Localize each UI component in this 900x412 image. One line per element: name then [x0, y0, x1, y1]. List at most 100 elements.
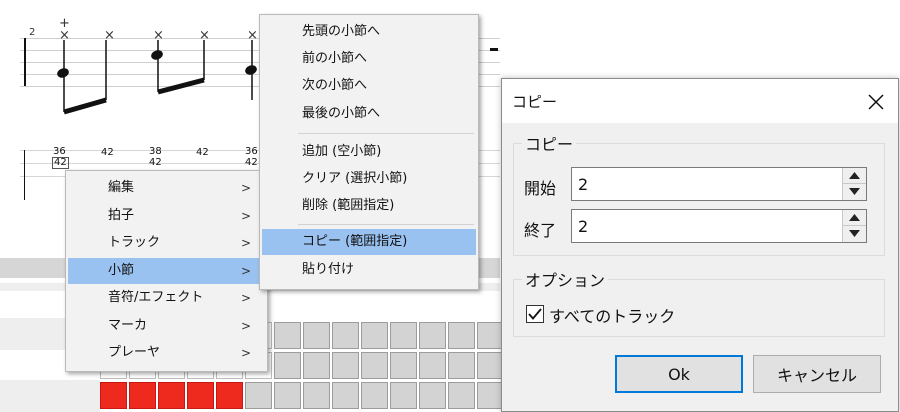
menu-item-label: 最後の小節へ [302, 106, 381, 121]
grid-cell[interactable] [158, 382, 185, 409]
menu-separator [298, 133, 474, 134]
menu-item-edit[interactable]: 編集 > [68, 175, 265, 201]
menu-item-label: 削除 (範囲指定) [302, 198, 395, 213]
all-tracks-label[interactable]: すべてのトラック [549, 303, 675, 327]
grid-cell[interactable] [245, 382, 272, 409]
menu-item-next-measure[interactable]: 次の小節へ [262, 73, 476, 99]
menu-separator [298, 224, 474, 225]
grid-cell[interactable] [361, 322, 388, 349]
menu-item-measure[interactable]: 小節 > [68, 258, 265, 284]
menu-item-delete-range[interactable]: 削除 (範囲指定) [262, 193, 476, 219]
menu-item-time-signature[interactable]: 拍子 > [68, 203, 265, 229]
x-notehead: × [247, 28, 258, 43]
close-icon [868, 94, 884, 110]
menu-item-add-empty-measure[interactable]: 追加 (空小節) [262, 139, 476, 165]
menu-item-label: 貼り付け [302, 262, 355, 277]
grid-cell[interactable] [448, 382, 475, 409]
grid-cell[interactable] [448, 322, 475, 349]
all-tracks-checkbox[interactable] [526, 305, 544, 323]
tab-number: 42 [101, 147, 114, 158]
grid-cell[interactable] [216, 382, 243, 409]
grid-cell[interactable] [419, 352, 446, 379]
tab-barline [24, 150, 25, 200]
menu-item-label: クリア (選択小節) [302, 171, 408, 186]
grid-cell[interactable] [477, 322, 504, 349]
triangle-up-icon [849, 214, 860, 221]
context-menu: 編集 > 拍子 > トラック > 小節 > 音符/エフェクト > マーカ > プレーヤ > [65, 170, 268, 372]
grid-cell[interactable] [129, 382, 156, 409]
grid-cell[interactable] [477, 382, 504, 409]
menu-item-prev-measure[interactable]: 前の小節へ [262, 46, 476, 72]
cancel-button[interactable]: キャンセル [753, 355, 881, 393]
track-row-label [0, 380, 100, 412]
grid-cell[interactable] [419, 322, 446, 349]
chevron-right-icon: > [240, 346, 251, 360]
grid-cell[interactable] [303, 322, 330, 349]
grid-cell[interactable] [100, 382, 127, 409]
grid-cell[interactable] [303, 352, 330, 379]
grid-cell[interactable] [274, 382, 301, 409]
menu-item-clear-measure[interactable]: クリア (選択小節) [262, 166, 476, 192]
menu-item-label: 音符/エフェクト [108, 290, 204, 305]
menu-item-label: 前の小節へ [302, 51, 368, 66]
menu-item-first-measure[interactable]: 先頭の小節へ [262, 19, 476, 45]
end-increment-button[interactable] [843, 210, 866, 226]
grid-cell[interactable] [187, 382, 214, 409]
start-decrement-button[interactable] [843, 184, 866, 200]
start-label: 開始 [524, 179, 557, 198]
menu-item-label: 先頭の小節へ [302, 24, 381, 39]
menu-item-copy-range[interactable]: コピー (範囲指定) [262, 229, 476, 255]
menu-item-last-measure[interactable]: 最後の小節へ [262, 101, 476, 127]
end-decrement-button[interactable] [843, 226, 866, 242]
end-label: 終了 [524, 221, 557, 240]
grid-cell[interactable] [303, 382, 330, 409]
x-notehead: × [153, 28, 164, 43]
chevron-right-icon: > [240, 181, 251, 195]
grid-cell[interactable] [390, 322, 417, 349]
menu-item-label: 次の小節へ [302, 78, 368, 93]
menu-item-paste[interactable]: 貼り付け [262, 257, 476, 283]
ok-button[interactable]: Ok [615, 355, 743, 393]
grid-cell[interactable] [361, 382, 388, 409]
grid-cell[interactable] [332, 322, 359, 349]
menu-item-player[interactable]: プレーヤ > [68, 340, 265, 366]
grid-cell[interactable] [390, 382, 417, 409]
grid-cell[interactable] [390, 352, 417, 379]
menu-item-marker[interactable]: マーカ > [68, 313, 265, 339]
chevron-right-icon: > [240, 236, 251, 250]
dialog-titlebar[interactable]: コピー [502, 79, 898, 123]
chevron-right-icon: > [240, 264, 251, 278]
grid-cell[interactable] [419, 382, 446, 409]
options-group-title: オプション [522, 267, 609, 291]
menu-item-label: マーカ [108, 318, 148, 333]
menu-item-track[interactable]: トラック > [68, 230, 265, 256]
end-input[interactable] [572, 210, 838, 242]
triangle-down-icon [849, 230, 860, 237]
x-notehead: × [104, 28, 115, 43]
chevron-right-icon: > [240, 291, 251, 305]
menu-item-label: プレーヤ [108, 345, 161, 360]
triangle-down-icon [849, 188, 860, 195]
menu-item-label: コピー (範囲指定) [302, 234, 408, 249]
x-notehead: × [59, 28, 70, 43]
menu-item-label: 編集 [108, 180, 135, 195]
start-input[interactable] [572, 168, 838, 200]
close-button[interactable] [852, 79, 898, 123]
checkmark-icon [528, 308, 542, 320]
copy-dialog: コピー コピー 開始 終了 [501, 78, 899, 412]
grid-cell[interactable] [448, 352, 475, 379]
end-spinbox [571, 209, 867, 243]
grid-cell[interactable] [274, 322, 301, 349]
dialog-title: コピー [512, 93, 558, 111]
chevron-right-icon: > [240, 209, 251, 223]
tab-number: 36 [245, 146, 258, 157]
menu-item-label: 拍子 [108, 208, 135, 223]
grid-cell[interactable] [274, 352, 301, 379]
grid-cell[interactable] [332, 382, 359, 409]
menu-item-note-effect[interactable]: 音符/エフェクト > [68, 285, 265, 311]
grid-cell[interactable] [361, 352, 388, 379]
grid-cell[interactable] [477, 352, 504, 379]
start-increment-button[interactable] [843, 168, 866, 184]
grid-cell[interactable] [332, 352, 359, 379]
tab-number-cursor[interactable]: 42 [52, 157, 69, 169]
